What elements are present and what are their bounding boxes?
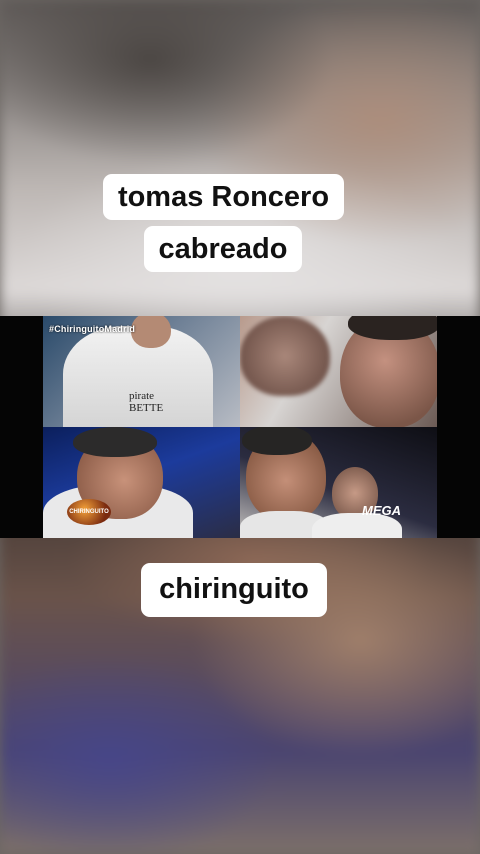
video-collage: pirate BETTE #ChiringuitoMadrid CHIRINGU… <box>43 316 437 538</box>
chiringuito-logo: CHIRINGUITO <box>67 499 111 525</box>
channel-logo: MEGA <box>362 503 401 518</box>
caption-subtitle: cabreado <box>144 226 302 272</box>
caption-bottom: chiringuito <box>141 563 327 617</box>
hashtag-overlay: #ChiringuitoMadrid <box>49 324 136 334</box>
video-panel-top-right <box>240 316 437 427</box>
person-hair <box>73 427 157 457</box>
video-panel-top-left: pirate BETTE #ChiringuitoMadrid <box>43 316 240 427</box>
person-head <box>131 316 171 348</box>
caption-title: tomas Roncero <box>103 174 344 220</box>
shirt-print: pirate BETTE <box>129 390 164 414</box>
video-player[interactable]: pirate BETTE #ChiringuitoMadrid CHIRINGU… <box>0 316 480 538</box>
video-panel-bottom-right: MEGA <box>240 427 437 538</box>
video-panel-bottom-left: CHIRINGUITO <box>43 427 240 538</box>
person-hair <box>242 427 312 455</box>
blurred-hand <box>240 316 330 396</box>
